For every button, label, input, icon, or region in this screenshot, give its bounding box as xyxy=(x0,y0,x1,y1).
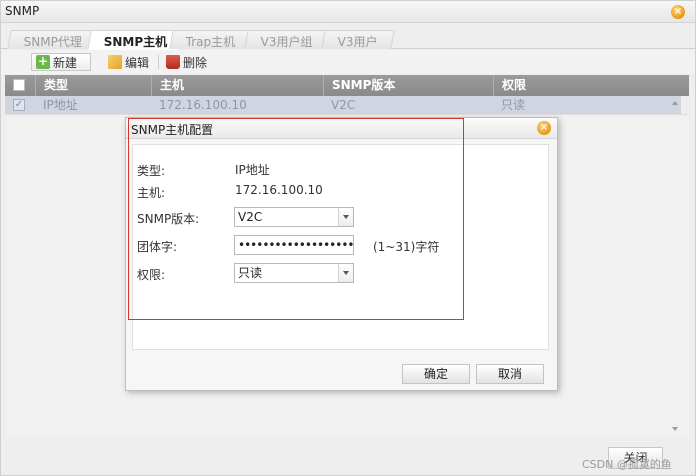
tab-v3-user[interactable]: V3用户 xyxy=(321,30,395,49)
tab-v3-user-group[interactable]: V3用户组 xyxy=(244,30,330,49)
row-permission-cell: 只读 xyxy=(501,98,526,112)
edit-button-label: 编辑 xyxy=(125,55,150,70)
row-version-cell: V2C xyxy=(331,98,356,112)
scroll-down-arrow-icon[interactable] xyxy=(672,427,678,431)
trash-icon xyxy=(166,55,180,69)
column-header-permission[interactable]: 权限 xyxy=(493,75,689,96)
cancel-button[interactable]: 取消 xyxy=(476,364,544,384)
table-header: 类型 主机 SNMP版本 权限 xyxy=(5,75,689,96)
tab-bar: SNMP代理 SNMP主机 Trap主机 V3用户组 V3用户 xyxy=(1,25,695,50)
table-row[interactable]: ✓ IP地址 172.16.100.10 V2C 只读 xyxy=(5,96,681,114)
column-header-host[interactable]: 主机 xyxy=(151,75,323,96)
select-all-checkbox[interactable] xyxy=(13,79,25,91)
new-button-label: 新建 xyxy=(53,55,78,70)
watermark: CSDN @孤寞的鱼 xyxy=(582,458,672,471)
delete-button[interactable]: 删除 xyxy=(166,53,207,71)
window-title: SNMP xyxy=(5,4,40,18)
ok-button[interactable]: 确定 xyxy=(402,364,470,384)
new-button[interactable]: + 新建 xyxy=(31,53,91,71)
tab-trap-host[interactable]: Trap主机 xyxy=(169,30,253,49)
row-type-cell: IP地址 xyxy=(43,98,78,112)
tab-snmp-agent[interactable]: SNMP代理 xyxy=(7,30,99,49)
column-header-type[interactable]: 类型 xyxy=(35,75,151,96)
toolbar: + 新建 编辑 删除 xyxy=(1,50,695,74)
add-icon: + xyxy=(36,54,50,69)
delete-button-label: 删除 xyxy=(183,55,208,70)
dialog-close-icon[interactable]: × xyxy=(537,121,551,135)
toolbar-divider xyxy=(158,55,159,69)
edit-button[interactable]: 编辑 xyxy=(108,53,149,71)
close-icon[interactable]: × xyxy=(671,5,685,19)
column-header-snmp-version[interactable]: SNMP版本 xyxy=(323,75,493,96)
row-host-cell: 172.16.100.10 xyxy=(159,98,247,112)
highlight-frame xyxy=(128,118,464,320)
window-title-bar: SNMP × xyxy=(1,1,695,23)
row-checkbox[interactable]: ✓ xyxy=(13,99,25,111)
scroll-up-arrow-icon[interactable] xyxy=(672,101,678,105)
edit-icon xyxy=(108,55,122,69)
